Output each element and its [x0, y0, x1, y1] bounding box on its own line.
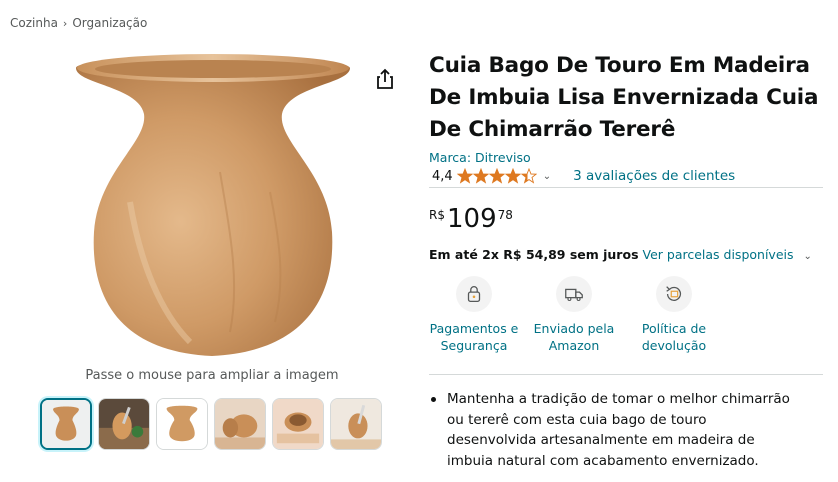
feature-return-policy[interactable]: Política de devolução — [624, 276, 724, 354]
breadcrumb-separator: › — [62, 16, 68, 30]
product-title: Cuia Bago De Touro Em Madeira De Imbuia … — [429, 53, 819, 142]
price-currency: R$ — [429, 208, 445, 222]
rating-row: 4,4 ⌄ 3 avaliações de clientes — [432, 168, 735, 184]
feature-bullets: Mantenha a tradição de tomar o melhor ch… — [430, 389, 790, 471]
share-icon — [377, 68, 393, 89]
feature-label: Pagamentos e Segurança — [429, 321, 519, 353]
feature-payments-security[interactable]: Pagamentos e Segurança — [424, 276, 524, 354]
thumbnail-6[interactable] — [330, 398, 382, 450]
divider — [429, 374, 823, 375]
price-whole: 109 — [446, 204, 497, 234]
star-icon — [488, 168, 505, 184]
star-icon — [472, 168, 489, 184]
price: R$ 109 78 — [429, 204, 513, 234]
brand-link[interactable]: Marca: Ditreviso — [429, 150, 531, 165]
zoom-hint: Passe o mouse para ampliar a imagem — [85, 368, 339, 383]
price-fraction: 78 — [497, 208, 513, 222]
thumbnail-3[interactable] — [156, 398, 208, 450]
feature-label: Enviado pela Amazon — [533, 321, 615, 353]
breadcrumb: Cozinha › Organização — [10, 16, 147, 30]
feature-label: Política de devolução — [641, 321, 707, 353]
thumbnail-5[interactable] — [272, 398, 324, 450]
product-main-image[interactable] — [70, 52, 355, 362]
thumbnail-strip — [40, 398, 382, 450]
breadcrumb-item-cozinha[interactable]: Cozinha — [10, 16, 58, 30]
star-rating[interactable] — [456, 168, 537, 184]
breadcrumb-item-organizacao[interactable]: Organização — [72, 16, 147, 30]
divider — [429, 187, 823, 188]
installments-link[interactable]: Ver parcelas disponíveis — [643, 247, 794, 262]
installments-text: Em até 2x R$ 54,89 sem juros — [429, 247, 639, 262]
thumbnail-2[interactable] — [98, 398, 150, 450]
truck-icon — [556, 276, 592, 312]
thumbnail-4[interactable] — [214, 398, 266, 450]
star-icon — [456, 168, 473, 184]
rating-value: 4,4 — [432, 168, 453, 184]
lock-icon — [456, 276, 492, 312]
star-icon — [520, 168, 537, 184]
thumbnail-1[interactable] — [40, 398, 92, 450]
feature-shipped-by-amazon[interactable]: Enviado pela Amazon — [524, 276, 624, 354]
star-icon — [504, 168, 521, 184]
share-button[interactable] — [374, 68, 396, 90]
reviews-link[interactable]: 3 avaliações de clientes — [573, 168, 735, 184]
bullet-item: Mantenha a tradição de tomar o melhor ch… — [430, 389, 790, 471]
chevron-down-icon[interactable]: ⌄ — [803, 251, 811, 262]
installments-row: Em até 2x R$ 54,89 sem juros Ver parcela… — [429, 247, 812, 262]
chevron-down-icon[interactable]: ⌄ — [543, 171, 551, 182]
return-icon — [656, 276, 692, 312]
trust-features: Pagamentos e Segurança Enviado pela Amaz… — [424, 276, 724, 354]
